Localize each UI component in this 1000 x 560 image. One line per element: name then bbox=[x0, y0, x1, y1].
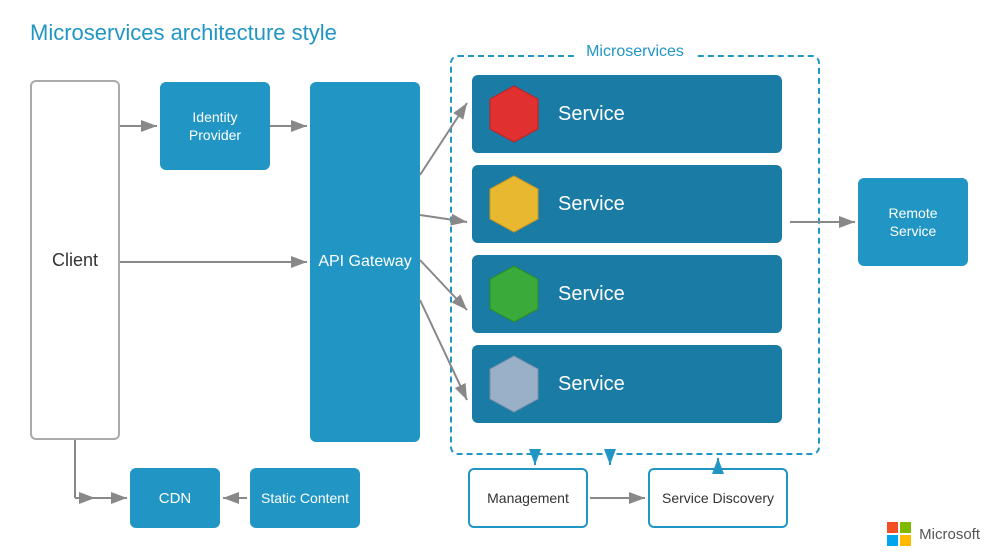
hex-yellow bbox=[488, 174, 540, 234]
hex-grey bbox=[488, 354, 540, 414]
service-label-2: Service bbox=[558, 193, 625, 216]
remote-service-label: Remote Service bbox=[866, 204, 960, 240]
cdn-label: CDN bbox=[159, 490, 192, 507]
microsoft-logo: Microsoft bbox=[887, 522, 980, 546]
identity-provider-label: Identity Provider bbox=[168, 108, 262, 144]
hex-green bbox=[488, 264, 540, 324]
microsoft-grid-icon bbox=[887, 522, 911, 546]
client-label: Client bbox=[52, 250, 98, 271]
page-title: Microservices architecture style bbox=[30, 20, 337, 46]
microservices-container: Microservices Service Service Service Se… bbox=[450, 55, 820, 455]
service-row-1: Service bbox=[472, 75, 782, 153]
microservices-label: Microservices bbox=[576, 43, 694, 61]
identity-provider-box: Identity Provider bbox=[160, 82, 270, 170]
client-box: Client bbox=[30, 80, 120, 440]
service-label-4: Service bbox=[558, 373, 625, 396]
microsoft-label: Microsoft bbox=[919, 526, 980, 543]
service-row-3: Service bbox=[472, 255, 782, 333]
api-gateway-label: API Gateway bbox=[318, 251, 411, 273]
service-discovery-box: Service Discovery bbox=[648, 468, 788, 528]
service-row-4: Service bbox=[472, 345, 782, 423]
service-label-3: Service bbox=[558, 283, 625, 306]
static-content-box: Static Content bbox=[250, 468, 360, 528]
remote-service-box: Remote Service bbox=[858, 178, 968, 266]
management-box: Management bbox=[468, 468, 588, 528]
hex-red bbox=[488, 84, 540, 144]
static-content-label: Static Content bbox=[261, 489, 349, 507]
service-row-2: Service bbox=[472, 165, 782, 243]
service-discovery-label: Service Discovery bbox=[662, 490, 774, 506]
cdn-box: CDN bbox=[130, 468, 220, 528]
service-label-1: Service bbox=[558, 103, 625, 126]
api-gateway-box: API Gateway bbox=[310, 82, 420, 442]
management-label: Management bbox=[487, 490, 569, 506]
